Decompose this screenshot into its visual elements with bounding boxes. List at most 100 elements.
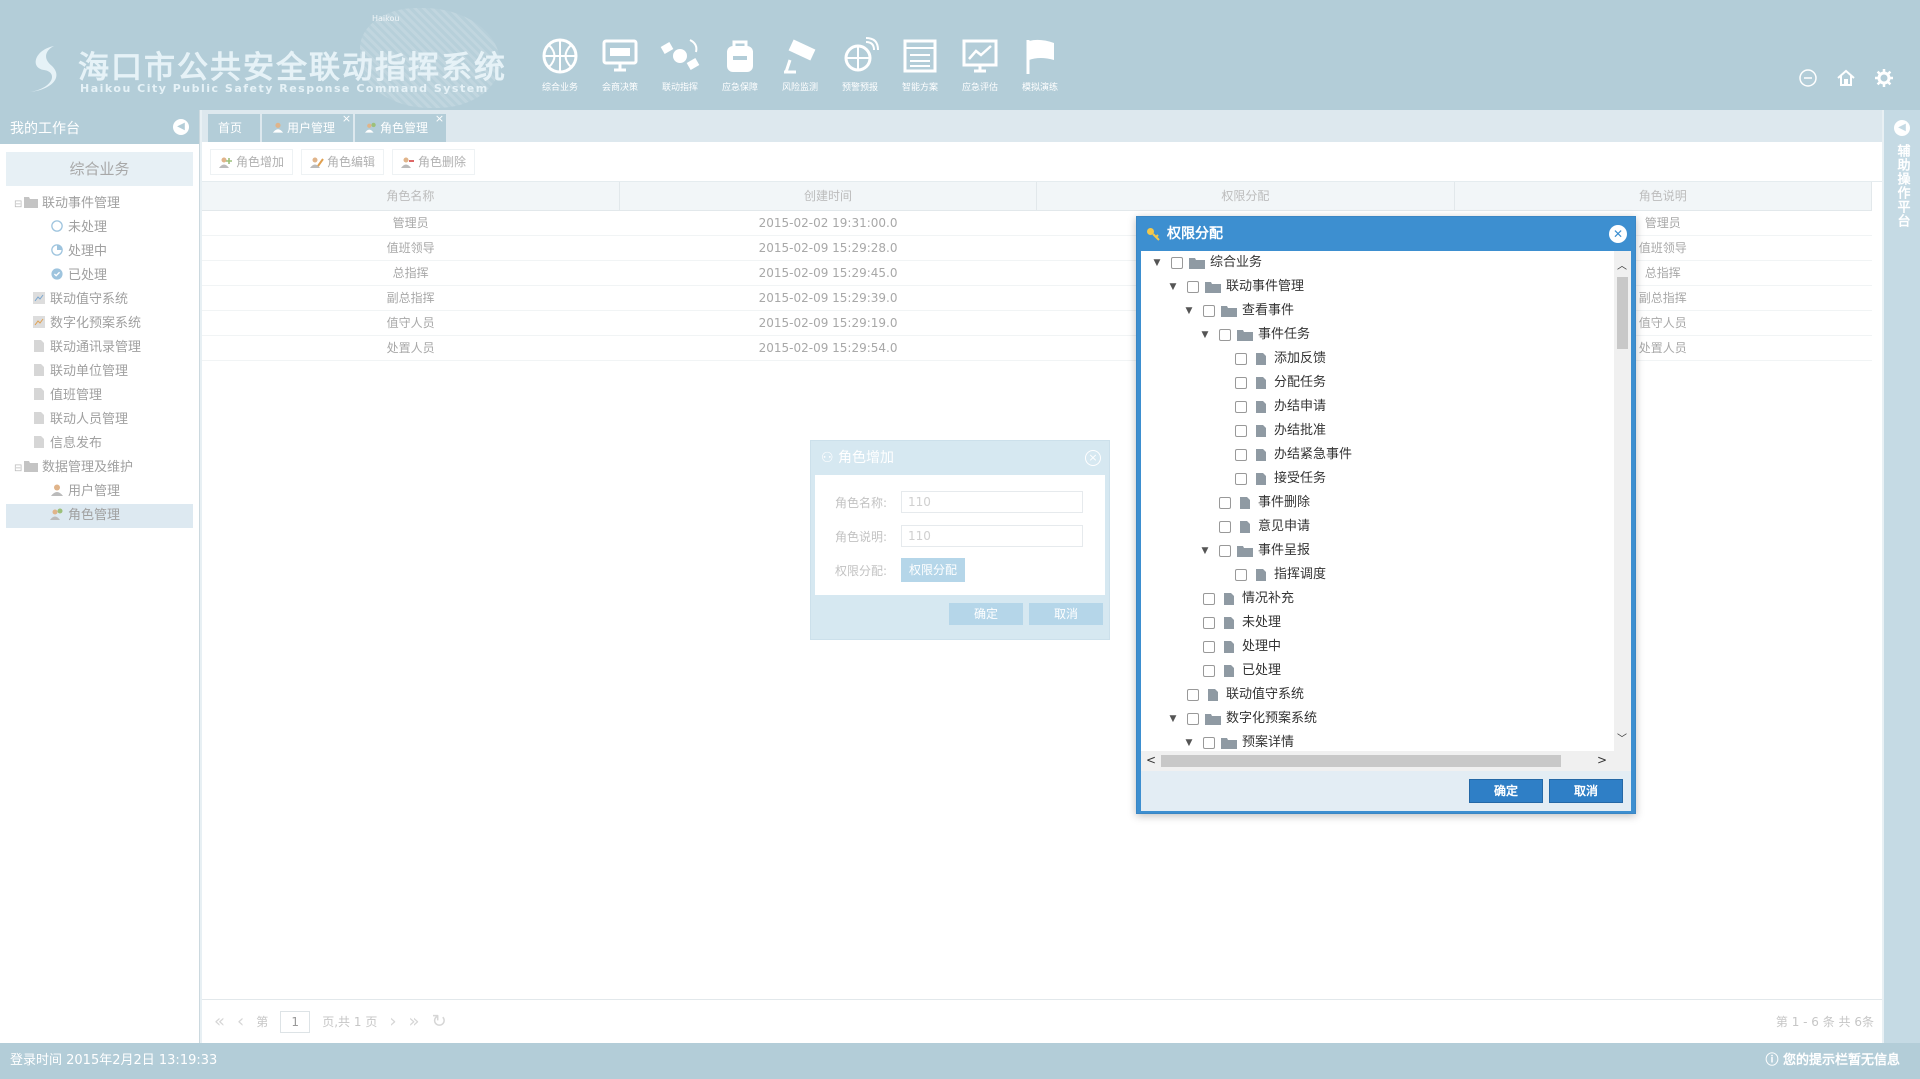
sidebar-item-units[interactable]: 联动单位管理 (0, 360, 199, 384)
sidebar-item-event-mgmt[interactable]: ⊟ 联动事件管理 (0, 192, 199, 216)
permission-checkbox[interactable] (1235, 377, 1247, 389)
sidebar-item-unprocessed[interactable]: 未处理 (0, 216, 199, 240)
sidebar-item-plans[interactable]: 数字化预案系统 (0, 312, 199, 336)
scroll-up-icon[interactable]: ︿ (1617, 257, 1627, 272)
permission-tree-node[interactable]: 联动值守系统 (1141, 683, 1631, 707)
expand-toggle-icon[interactable]: ▼ (1167, 275, 1179, 299)
nav-zonghe[interactable]: 综合业务 (530, 36, 590, 93)
assign-permission-button[interactable]: 权限分配 (901, 558, 966, 582)
scroll-thumb[interactable] (1617, 277, 1628, 349)
close-icon[interactable]: × (1085, 450, 1101, 466)
permission-checkbox[interactable] (1203, 617, 1215, 629)
permission-checkbox[interactable] (1219, 497, 1231, 509)
permission-tree-node[interactable]: 添加反馈 (1141, 347, 1631, 371)
minimize-icon[interactable] (1798, 68, 1818, 88)
role-desc-input[interactable]: 110 (901, 525, 1083, 547)
scroll-left-icon[interactable]: < (1146, 753, 1156, 767)
home-icon[interactable] (1836, 68, 1856, 88)
nav-yanlian[interactable]: 模拟演练 (1010, 36, 1070, 93)
permission-checkbox[interactable] (1219, 329, 1231, 341)
nav-huishang[interactable]: 会商决策 (590, 36, 650, 93)
permission-tree-node[interactable]: ▼ 联动事件管理 (1141, 275, 1631, 299)
nav-pinggu[interactable]: 应急评估 (950, 36, 1010, 93)
prev-page-icon[interactable]: ‹ (237, 1011, 244, 1032)
gear-icon[interactable] (1874, 68, 1894, 88)
edit-role-button[interactable]: 角色编辑 (301, 148, 385, 175)
sidebar-group[interactable]: 综合业务 (6, 152, 193, 186)
tab-user-mgmt[interactable]: 用户管理 × (262, 112, 354, 142)
column-header[interactable]: 权限分配 (1036, 182, 1455, 211)
permission-tree-node[interactable]: 分配任务 (1141, 371, 1631, 395)
permission-checkbox[interactable] (1203, 305, 1215, 317)
tab-home[interactable]: 首页 (208, 114, 261, 142)
permission-tree-node[interactable]: ▼ 查看事件 (1141, 299, 1631, 323)
permission-checkbox[interactable] (1203, 737, 1215, 749)
permission-tree-node[interactable]: 办结紧急事件 (1141, 443, 1631, 467)
expand-toggle-icon[interactable]: ▼ (1183, 299, 1195, 323)
nav-fengxian[interactable]: 风险监测 (770, 36, 830, 93)
expand-toggle-icon[interactable]: ▼ (1151, 251, 1163, 275)
permission-checkbox[interactable] (1187, 689, 1199, 701)
permission-checkbox[interactable] (1235, 353, 1247, 365)
permission-tree-node[interactable]: 未处理 (1141, 611, 1631, 635)
sidebar-item-roles[interactable]: 角色管理 (6, 504, 193, 528)
permission-tree-node[interactable]: 意见申请 (1141, 515, 1631, 539)
last-page-icon[interactable]: » (409, 1011, 420, 1032)
close-tab-icon[interactable]: × (342, 105, 351, 133)
scroll-right-icon[interactable]: > (1597, 753, 1607, 767)
permission-checkbox[interactable] (1171, 257, 1183, 269)
column-header[interactable]: 创建时间 (619, 182, 1038, 211)
sidebar-item-publish[interactable]: 信息发布 (0, 432, 199, 456)
close-icon[interactable]: ✕ (1609, 225, 1627, 243)
permission-tree-node[interactable]: ▼ 综合业务 (1141, 251, 1631, 275)
permission-tree-node[interactable]: 处理中 (1141, 635, 1631, 659)
nav-yujing[interactable]: 预警预报 (830, 36, 890, 93)
confirm-button[interactable]: 确定 (1469, 779, 1543, 803)
expand-toggle-icon[interactable]: ▼ (1167, 707, 1179, 731)
permission-checkbox[interactable] (1235, 401, 1247, 413)
first-page-icon[interactable]: « (214, 1011, 225, 1032)
horizontal-scrollbar[interactable]: < > (1141, 751, 1631, 771)
nav-yingji-baozhang[interactable]: 应急保障 (710, 36, 770, 93)
permission-checkbox[interactable] (1235, 569, 1247, 581)
permission-checkbox[interactable] (1203, 665, 1215, 677)
cancel-button[interactable]: 取消 (1029, 603, 1103, 625)
permission-tree-node[interactable]: 事件删除 (1141, 491, 1631, 515)
role-name-input[interactable]: 110 (901, 491, 1083, 513)
sidebar-item-shifts[interactable]: 值班管理 (0, 384, 199, 408)
permission-checkbox[interactable] (1219, 521, 1231, 533)
permission-tree-node[interactable]: ▼ 事件任务 (1141, 323, 1631, 347)
permission-tree-node[interactable]: 接受任务 (1141, 467, 1631, 491)
scroll-thumb[interactable] (1161, 755, 1561, 767)
permission-tree-node[interactable]: 办结批准 (1141, 419, 1631, 443)
permission-tree-node[interactable]: 办结申请 (1141, 395, 1631, 419)
scroll-down-icon[interactable]: ﹀ (1617, 730, 1627, 745)
permission-checkbox[interactable] (1235, 473, 1247, 485)
permission-checkbox[interactable] (1203, 593, 1215, 605)
sidebar-item-processing[interactable]: 处理中 (0, 240, 199, 264)
collapse-left-icon[interactable]: ◀ (173, 119, 189, 135)
next-page-icon[interactable]: › (389, 1011, 396, 1032)
column-header[interactable]: 角色名称 (202, 182, 620, 211)
add-role-button[interactable]: 角色增加 (210, 148, 294, 175)
permission-checkbox[interactable] (1187, 713, 1199, 725)
collapse-toggle-icon[interactable]: ⊟ (14, 193, 24, 217)
sidebar-item-data-mgmt[interactable]: ⊟ 数据管理及维护 (0, 456, 199, 480)
cancel-button[interactable]: 取消 (1549, 779, 1623, 803)
right-panel-label[interactable]: 辅助操作平台 (1893, 144, 1912, 228)
permission-tree-node[interactable]: ▼ 事件呈报 (1141, 539, 1631, 563)
sidebar-item-personnel[interactable]: 联动人员管理 (0, 408, 199, 432)
nav-liandong[interactable]: 联动指挥 (650, 36, 710, 93)
collapse-toggle-icon[interactable]: ⊟ (14, 457, 24, 481)
permission-checkbox[interactable] (1203, 641, 1215, 653)
expand-toggle-icon[interactable]: ▼ (1199, 323, 1211, 347)
permission-checkbox[interactable] (1219, 545, 1231, 557)
expand-toggle-icon[interactable]: ▼ (1199, 539, 1211, 563)
sidebar-item-duty[interactable]: 联动值守系统 (0, 288, 199, 312)
expand-right-icon[interactable]: ◀ (1894, 120, 1910, 136)
sidebar-item-contacts[interactable]: 联动通讯录管理 (0, 336, 199, 360)
close-tab-icon[interactable]: × (435, 105, 444, 133)
permission-checkbox[interactable] (1187, 281, 1199, 293)
page-input[interactable]: 1 (280, 1010, 311, 1033)
ok-button[interactable]: 确定 (949, 603, 1023, 625)
